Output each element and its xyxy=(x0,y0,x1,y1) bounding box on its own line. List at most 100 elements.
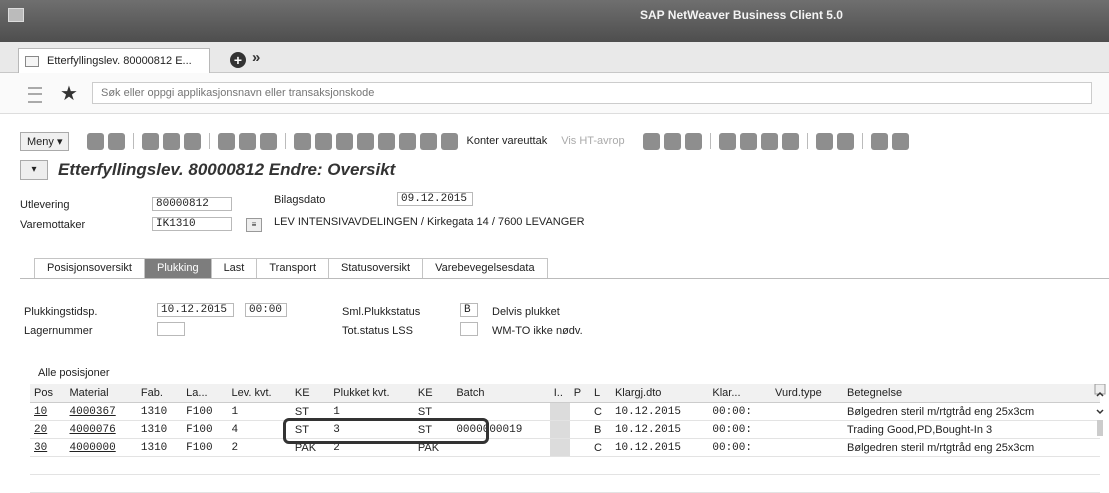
list-icon[interactable] xyxy=(642,132,660,150)
tools-icon[interactable] xyxy=(378,132,396,150)
table-scrollbar[interactable] xyxy=(1094,384,1106,464)
find-next-icon[interactable] xyxy=(684,132,702,150)
row-lev-kvt[interactable]: 1 xyxy=(227,402,291,421)
col-ke2[interactable]: KE xyxy=(413,384,453,403)
chart-icon[interactable] xyxy=(357,132,375,150)
tab-last[interactable]: Last xyxy=(210,258,258,278)
search-input[interactable] xyxy=(92,82,1092,104)
page-menu-button[interactable]: ▾ xyxy=(20,160,48,180)
row-lev-kvt[interactable]: 2 xyxy=(227,438,291,457)
page-title-bar: ▾ Etterfyllingslev. 80000812 Endre: Over… xyxy=(20,160,395,180)
prev-page-icon[interactable] xyxy=(739,132,757,150)
help-icon[interactable] xyxy=(870,132,888,150)
grid-icon[interactable] xyxy=(441,132,459,150)
toolbar-icons-right xyxy=(642,132,909,150)
row-pos[interactable]: 20 xyxy=(30,420,66,439)
col-klargj-dto[interactable]: Klargj.dto xyxy=(610,384,709,403)
col-fab[interactable]: Fab. xyxy=(136,384,183,403)
next-page-icon[interactable] xyxy=(760,132,778,150)
copy-icon[interactable] xyxy=(239,132,257,150)
row-l: C xyxy=(589,438,611,457)
tab-transport[interactable]: Transport xyxy=(256,258,330,278)
col-vurd-type[interactable]: Vurd.type xyxy=(771,384,844,403)
sml-plukkstatus-field[interactable]: B xyxy=(460,303,478,317)
row-klargj-dto: 10.12.2015 xyxy=(610,420,709,439)
menu-button[interactable]: Meny ▾ xyxy=(20,131,70,151)
details-icon[interactable] xyxy=(294,132,312,150)
tab-document[interactable]: Etterfyllingslev. 80000812 E... xyxy=(18,48,210,73)
varemottaker-field[interactable]: IK1310 xyxy=(152,217,232,231)
more-tabs-icon[interactable]: » xyxy=(252,49,260,66)
col-material[interactable]: Material xyxy=(65,384,137,403)
row-klar: 00:00: xyxy=(708,420,772,439)
tab-posisjonsoversikt[interactable]: Posisjonsoversikt xyxy=(34,258,145,278)
utlevering-field[interactable]: 80000812 xyxy=(152,197,232,211)
col-plukket-kvt[interactable]: Plukket kvt. xyxy=(329,384,414,403)
row-material[interactable]: 4000367 xyxy=(65,402,137,421)
varemottaker-label: Varemottaker xyxy=(20,219,86,231)
col-pos[interactable]: Pos xyxy=(30,384,66,403)
add-tab-icon[interactable]: + xyxy=(230,52,246,68)
tot-status-field[interactable] xyxy=(460,322,478,336)
shortcut-icon[interactable] xyxy=(836,132,854,150)
find-icon[interactable] xyxy=(663,132,681,150)
table-row[interactable]: 30 4000000 1310 F100 2 PAK 2 PAK C 10.12… xyxy=(30,438,1100,457)
col-i[interactable]: I.. xyxy=(549,384,570,403)
row-i xyxy=(549,420,570,439)
delete-icon[interactable] xyxy=(260,132,278,150)
new-window-icon[interactable] xyxy=(815,132,833,150)
row-pos[interactable]: 30 xyxy=(30,438,66,457)
konter-vareuttak-button[interactable]: Konter vareuttak xyxy=(466,135,547,147)
lagernummer-field[interactable] xyxy=(157,322,185,336)
glasses-icon[interactable] xyxy=(420,132,438,150)
separator xyxy=(806,132,808,149)
app-icon[interactable] xyxy=(8,8,24,22)
row-klar: 00:00: xyxy=(708,438,772,457)
filter-icon[interactable] xyxy=(315,132,333,150)
exit-icon[interactable] xyxy=(163,132,181,150)
tab-varebevegelsesdata[interactable]: Varebevegelsesdata xyxy=(422,258,548,278)
address-details-icon[interactable]: ≡ xyxy=(246,218,262,232)
table-header: Pos Material Fab. La... Lev. kvt. KE Plu… xyxy=(30,384,1100,403)
edit-icon[interactable] xyxy=(218,132,236,150)
col-ke1[interactable]: KE xyxy=(290,384,330,403)
first-page-icon[interactable] xyxy=(718,132,736,150)
col-betegnelse[interactable]: Betegnelse xyxy=(843,384,1100,403)
row-i xyxy=(549,402,570,421)
menu-icon[interactable] xyxy=(28,87,42,103)
menu-label: Meny xyxy=(27,135,54,148)
col-lev-kvt[interactable]: Lev. kvt. xyxy=(227,384,291,403)
separator xyxy=(285,132,287,149)
save-icon[interactable] xyxy=(108,132,126,150)
row-material[interactable]: 4000076 xyxy=(65,420,137,439)
table-row[interactable]: 10 4000367 1310 F100 1 ST 1 ST C 10.12.2… xyxy=(30,402,1100,421)
lagernummer-label: Lagernummer xyxy=(24,325,93,337)
col-batch[interactable]: Batch xyxy=(452,384,550,403)
row-lev-kvt[interactable]: 4 xyxy=(227,420,291,439)
col-klar[interactable]: Klar... xyxy=(708,384,772,403)
row-fab: 1310 xyxy=(136,420,183,439)
col-l[interactable]: L xyxy=(589,384,611,403)
plukkingstidsp-time-field[interactable]: 00:00 xyxy=(245,303,287,317)
check-icon[interactable] xyxy=(87,132,105,150)
cancel-icon[interactable] xyxy=(184,132,202,150)
col-la[interactable]: La... xyxy=(182,384,228,403)
row-material[interactable]: 4000000 xyxy=(65,438,137,457)
last-page-icon[interactable] xyxy=(781,132,799,150)
row-pos[interactable]: 10 xyxy=(30,402,66,421)
table-row[interactable]: 20 4000076 1310 F100 4 ST 3 ST 000000001… xyxy=(30,420,1100,439)
tab-plukking[interactable]: Plukking xyxy=(143,258,212,278)
favorite-star-icon[interactable]: ★ xyxy=(60,81,78,106)
search-bar: ★ xyxy=(0,73,1109,114)
bilagsdato-field[interactable]: 09.12.2015 xyxy=(397,192,473,206)
plukkingstidsp-date-field[interactable]: 10.12.2015 xyxy=(157,303,234,317)
layout-icon[interactable] xyxy=(399,132,417,150)
highlight-annotation xyxy=(283,418,489,444)
vis-avrop-button[interactable]: Vis HT-avrop xyxy=(561,135,624,147)
col-p[interactable]: P xyxy=(569,384,590,403)
settings-icon[interactable] xyxy=(891,132,909,150)
tab-statusoversikt[interactable]: Statusoversikt xyxy=(328,258,424,278)
print-icon[interactable] xyxy=(336,132,354,150)
back-icon[interactable] xyxy=(142,132,160,150)
row-betegnelse: Trading Good,PD,Bought-In 3 xyxy=(843,420,1100,439)
